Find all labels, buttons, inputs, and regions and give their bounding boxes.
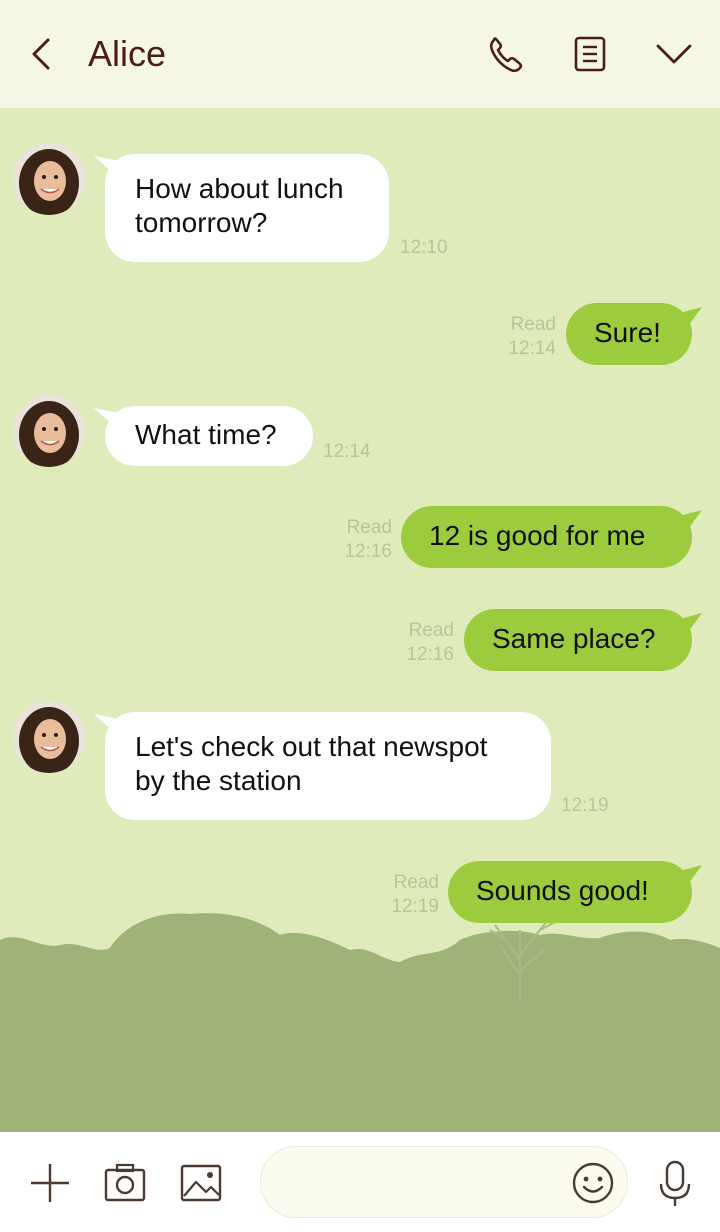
outgoing-message-bubble[interactable]: Sounds good! [448, 861, 692, 923]
incoming-message-bubble[interactable]: Let's check out that newspot by the stat… [105, 712, 551, 820]
message-time: 12:16 [344, 541, 392, 562]
message-text: 12 is good for me [429, 520, 646, 551]
message-time: 12:14 [323, 441, 371, 462]
read-status: Read [510, 314, 556, 335]
read-status: Read [408, 620, 454, 641]
avatar[interactable] [13, 701, 85, 773]
message-text: Same place? [492, 623, 656, 654]
outgoing-message-bubble[interactable]: 12 is good for me [401, 506, 692, 568]
outgoing-message-bubble[interactable]: Sure! [566, 303, 692, 365]
read-status: Read [346, 517, 392, 538]
camera-icon[interactable] [102, 1160, 148, 1206]
message-time: 12:10 [400, 237, 448, 258]
emoji-icon[interactable] [570, 1160, 616, 1206]
message-text: tomorrow? [135, 207, 268, 238]
back-icon[interactable] [22, 32, 62, 76]
plus-icon[interactable] [27, 1160, 73, 1206]
outgoing-message-bubble[interactable]: Same place? [464, 609, 692, 671]
message-text: Let's check out that newspot [135, 731, 488, 762]
message-text: by the station [135, 765, 302, 796]
message-time: 12:14 [508, 338, 556, 359]
chevron-down-icon[interactable] [652, 30, 696, 78]
message-time: 12:19 [561, 795, 609, 816]
microphone-icon[interactable] [652, 1158, 698, 1210]
chat-header: Alice [0, 0, 720, 108]
trees-background [0, 913, 720, 1132]
incoming-message-bubble[interactable]: How about lunch tomorrow? [105, 154, 389, 262]
message-text: What time? [135, 419, 277, 450]
message-time: 12:16 [406, 644, 454, 665]
avatar[interactable] [13, 395, 85, 467]
avatar[interactable] [13, 143, 85, 215]
contact-name[interactable]: Alice [88, 32, 166, 76]
message-text: Sure! [594, 317, 661, 348]
message-text: How about lunch [135, 173, 344, 204]
notes-icon[interactable] [568, 30, 612, 78]
read-status: Read [393, 872, 439, 893]
phone-icon[interactable] [484, 30, 528, 78]
message-time: 12:19 [391, 896, 439, 917]
message-text: Sounds good! [476, 875, 649, 906]
image-icon[interactable] [178, 1160, 224, 1206]
incoming-message-bubble[interactable]: What time? [105, 406, 313, 466]
